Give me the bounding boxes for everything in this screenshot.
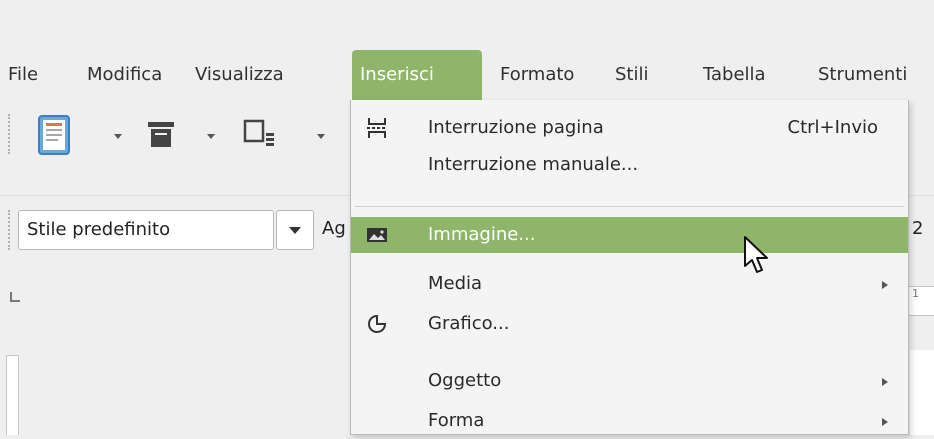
- menu-inserisci[interactable]: Inserisci: [352, 50, 482, 100]
- document-page[interactable]: [910, 350, 934, 435]
- ruler-number: 1: [912, 287, 919, 300]
- menu-item-manual-break[interactable]: Interruzione manuale...: [351, 147, 908, 183]
- tab-stop-icon[interactable]: [8, 290, 22, 304]
- menu-item-label: Immagine...: [428, 224, 536, 245]
- menu-item-label: Media: [428, 273, 483, 294]
- menu-item-label: Interruzione manuale...: [428, 154, 639, 175]
- export-dropdown-icon[interactable]: [317, 134, 325, 139]
- toolbar-grip-2[interactable]: [8, 210, 13, 250]
- vertical-ruler[interactable]: [6, 355, 19, 435]
- menu-item-label: Oggetto: [428, 370, 502, 391]
- submenu-arrow-icon: [882, 281, 888, 289]
- new-document-icon[interactable]: [37, 114, 73, 156]
- menu-bar: File Modifica Visualizza Inserisci Forma…: [0, 50, 934, 100]
- horizontal-ruler[interactable]: 1: [908, 286, 934, 316]
- menu-separator: [355, 206, 904, 207]
- mouse-cursor-icon: [744, 236, 768, 273]
- toolbar-grip[interactable]: [8, 114, 13, 154]
- insert-menu: Interruzione pagina Ctrl+Invio Interruzi…: [350, 100, 909, 435]
- menu-item-page-break[interactable]: Interruzione pagina Ctrl+Invio: [351, 110, 908, 146]
- menu-item-label: Interruzione pagina: [428, 117, 604, 138]
- submenu-arrow-icon: [882, 378, 888, 386]
- paragraph-style-select[interactable]: Stile predefinito: [18, 210, 274, 250]
- menu-item-shape[interactable]: Forma: [351, 403, 908, 439]
- template-icon[interactable]: [146, 120, 176, 150]
- page-break-icon: [367, 118, 386, 138]
- submenu-arrow-icon: [882, 418, 888, 426]
- menu-item-label: Grafico...: [428, 313, 510, 334]
- menu-strumenti[interactable]: Strumenti: [818, 50, 907, 100]
- template-dropdown-icon[interactable]: [207, 134, 215, 139]
- font-size-peek[interactable]: 2: [912, 218, 923, 239]
- menu-tabella[interactable]: Tabella: [703, 50, 766, 100]
- menu-stili[interactable]: Stili: [615, 50, 649, 100]
- font-name-peek[interactable]: Ag: [322, 218, 346, 239]
- menu-item-chart[interactable]: Grafico...: [351, 306, 908, 342]
- export-icon[interactable]: [243, 119, 277, 151]
- menu-formato[interactable]: Formato: [500, 50, 574, 100]
- new-document-dropdown-icon[interactable]: [114, 134, 122, 139]
- paragraph-style-dropdown[interactable]: [276, 210, 314, 250]
- menu-visualizza[interactable]: Visualizza: [195, 50, 284, 100]
- menu-item-label: Forma: [428, 410, 485, 431]
- menu-item-object[interactable]: Oggetto: [351, 363, 908, 399]
- menu-item-media[interactable]: Media: [351, 266, 908, 302]
- menu-item-image[interactable]: Immagine...: [351, 217, 908, 253]
- menu-modifica[interactable]: Modifica: [87, 50, 162, 100]
- shortcut-label: Ctrl+Invio: [787, 117, 879, 138]
- image-icon: [367, 228, 387, 242]
- menu-file[interactable]: File: [8, 50, 38, 100]
- chart-icon: [368, 314, 387, 333]
